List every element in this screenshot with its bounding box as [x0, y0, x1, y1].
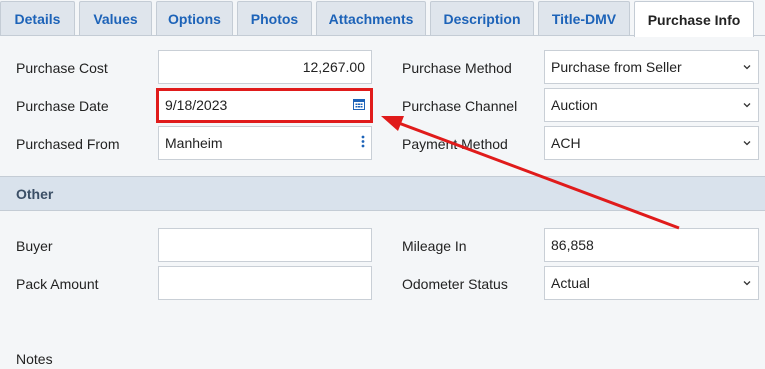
purchase-method-label: Purchase Method: [402, 60, 512, 76]
mileage-in-label: Mileage In: [402, 238, 467, 254]
purchase-method-select[interactable]: Purchase from Seller: [544, 50, 759, 84]
notes-label: Notes: [16, 351, 53, 367]
purchase-cost-value: 12,267.00: [302, 59, 365, 75]
annotation-arrow-head: [381, 116, 404, 131]
tab-values[interactable]: Values: [79, 1, 152, 35]
purchased-from-value: Manheim: [165, 135, 223, 151]
pack-amount-label: Pack Amount: [16, 276, 99, 292]
chevron-down-icon: [743, 103, 751, 108]
tab-bar: Details Values Options Photos Attachment…: [0, 0, 765, 37]
purchased-from-field[interactable]: Manheim: [158, 126, 372, 160]
purchase-method-value: Purchase from Seller: [551, 59, 682, 75]
purchased-from-label: Purchased From: [16, 136, 120, 152]
chevron-down-icon: [743, 65, 751, 70]
tab-title-dmv[interactable]: Title-DMV: [538, 1, 630, 35]
payment-method-select[interactable]: ACH: [544, 126, 759, 160]
tab-photos[interactable]: Photos: [237, 1, 312, 35]
section-header-other: Other: [0, 176, 765, 211]
buyer-field[interactable]: [158, 228, 372, 262]
purchase-channel-label: Purchase Channel: [402, 98, 518, 114]
tab-purchase-info[interactable]: Purchase Info: [634, 1, 754, 37]
payment-method-value: ACH: [551, 135, 581, 151]
chevron-down-icon: [743, 281, 751, 286]
tab-details[interactable]: Details: [0, 1, 75, 35]
tab-options[interactable]: Options: [156, 1, 233, 35]
buyer-label: Buyer: [16, 238, 53, 254]
tab-description[interactable]: Description: [430, 1, 534, 35]
purchase-channel-value: Auction: [551, 97, 598, 113]
odometer-status-select[interactable]: Actual: [544, 266, 759, 300]
odometer-status-value: Actual: [551, 275, 590, 291]
more-vertical-icon[interactable]: [361, 135, 365, 151]
tab-attachments[interactable]: Attachments: [316, 1, 426, 35]
purchase-cost-label: Purchase Cost: [16, 60, 108, 76]
mileage-in-field[interactable]: 86,858: [544, 228, 759, 262]
purchase-cost-field[interactable]: 12,267.00: [158, 50, 372, 84]
odometer-status-label: Odometer Status: [402, 276, 508, 292]
chevron-down-icon: [743, 141, 751, 146]
mileage-in-value: 86,858: [551, 237, 594, 253]
payment-method-label: Payment Method: [402, 136, 508, 152]
purchase-date-label: Purchase Date: [16, 98, 109, 114]
annotation-highlight-box: [156, 88, 373, 123]
purchase-channel-select[interactable]: Auction: [544, 88, 759, 122]
pack-amount-field[interactable]: [158, 266, 372, 300]
